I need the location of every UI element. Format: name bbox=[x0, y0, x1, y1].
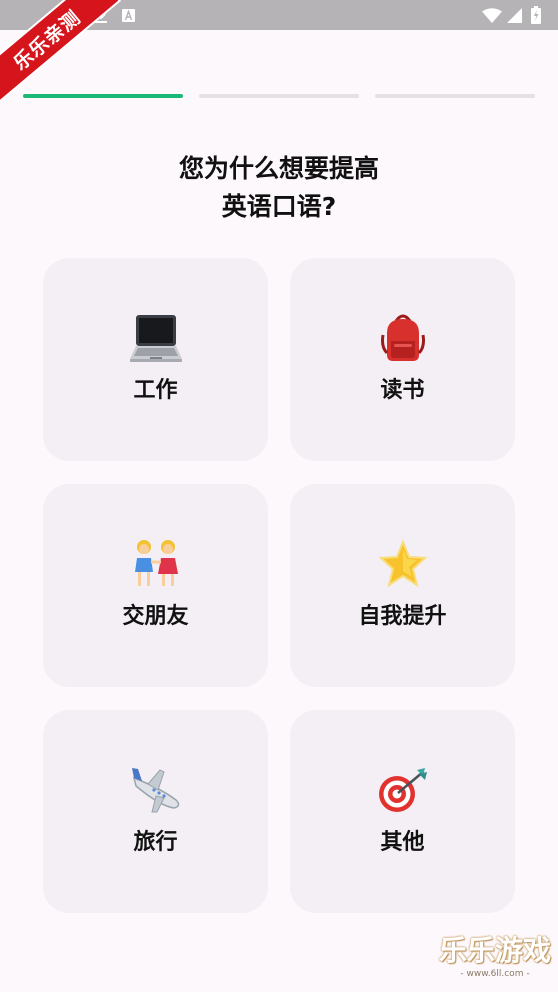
option-label-travel: 旅行 bbox=[133, 830, 178, 855]
backpack-icon bbox=[290, 310, 515, 366]
watermark-logo: 乐乐游戏 - www.6ll.com - bbox=[436, 934, 554, 990]
option-card-work[interactable]: 工作 bbox=[43, 258, 268, 461]
ribbon-text: 乐乐亲测 bbox=[9, 6, 85, 75]
signal-icon bbox=[507, 8, 522, 23]
option-label-work: 工作 bbox=[133, 378, 178, 403]
battery-icon bbox=[531, 6, 541, 24]
wifi-icon bbox=[482, 8, 502, 23]
option-card-other[interactable]: 其他 bbox=[290, 710, 515, 913]
option-label-self-improvement: 自我提升 bbox=[358, 604, 447, 629]
option-label-other: 其他 bbox=[380, 830, 425, 855]
watermark-title: 乐乐游戏 bbox=[438, 934, 551, 967]
progress-step-2 bbox=[199, 94, 359, 98]
option-label-friends: 交朋友 bbox=[122, 604, 189, 629]
option-card-self-improvement[interactable]: 自我提升 bbox=[290, 484, 515, 687]
airplane-icon bbox=[43, 762, 268, 818]
progress-step-1 bbox=[23, 94, 183, 98]
question-title: 您为什么想要提高 英语口语? bbox=[0, 150, 558, 226]
option-card-travel[interactable]: 旅行 bbox=[43, 710, 268, 913]
option-label-study: 读书 bbox=[380, 378, 425, 403]
option-card-study[interactable]: 读书 bbox=[290, 258, 515, 461]
watermark-url: - www.6ll.com - bbox=[460, 969, 530, 979]
laptop-icon bbox=[43, 310, 268, 366]
two-women-icon bbox=[43, 536, 268, 592]
question-line-2: 英语口语? bbox=[221, 192, 337, 221]
option-card-friends[interactable]: 交朋友 bbox=[43, 484, 268, 687]
progress-step-3 bbox=[375, 94, 535, 98]
question-line-1: 您为什么想要提高 bbox=[178, 154, 379, 183]
star-icon bbox=[290, 536, 515, 592]
target-icon bbox=[290, 762, 515, 818]
